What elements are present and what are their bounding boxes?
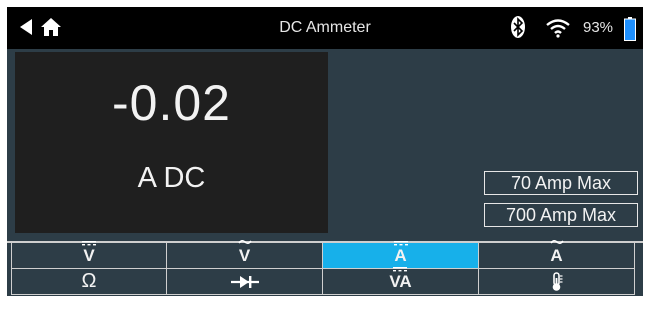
mode-ohms-button[interactable]: Ω — [11, 269, 167, 295]
dc-symbol-icon — [393, 241, 408, 246]
mode-diode-button[interactable] — [167, 269, 323, 295]
diode-icon — [230, 275, 259, 288]
mode-ac-amps-label: A — [550, 246, 563, 265]
reading-value: -0.02 — [112, 75, 231, 131]
mode-dc-va-button[interactable]: VA — [323, 267, 479, 295]
mode-dc-volts-button[interactable]: V — [11, 241, 167, 269]
mode-dc-amps-button[interactable]: A — [323, 241, 479, 269]
mode-ac-volts-label: V — [238, 246, 251, 265]
mode-dc-volts-label: V — [83, 246, 95, 265]
range-70-amp-button[interactable]: 70 Amp Max — [484, 171, 638, 195]
range-700-amp-button[interactable]: 700 Amp Max — [484, 203, 638, 227]
mode-dc-amps-label: A — [394, 246, 407, 265]
mode-temperature-button[interactable] — [479, 269, 635, 295]
mode-ac-amps-button[interactable]: A — [479, 239, 635, 269]
mode-dc-va-label: VA — [389, 272, 412, 291]
ac-symbol-icon — [237, 239, 252, 245]
header-bar: DC Ammeter 93% — [7, 7, 643, 49]
mode-ac-volts-button[interactable]: V — [167, 239, 323, 269]
battery-icon — [624, 17, 636, 46]
bluetooth-icon — [511, 16, 525, 43]
meter-screen: DC Ammeter 93% -0.02 A DC 70 Amp Max 700… — [7, 7, 643, 296]
thermometer-icon — [552, 271, 562, 291]
reading-unit: A DC — [137, 162, 206, 194]
dc-symbol-icon — [82, 241, 96, 246]
mode-grid: V V A A Ω VA — [7, 239, 643, 296]
ac-symbol-icon — [549, 239, 564, 245]
mode-ohms-label: Ω — [81, 270, 97, 292]
battery-percent: 93% — [583, 19, 614, 36]
wifi-icon — [545, 18, 571, 43]
reading-display: -0.02 A DC — [15, 52, 328, 233]
dc-symbol-icon — [393, 267, 408, 272]
